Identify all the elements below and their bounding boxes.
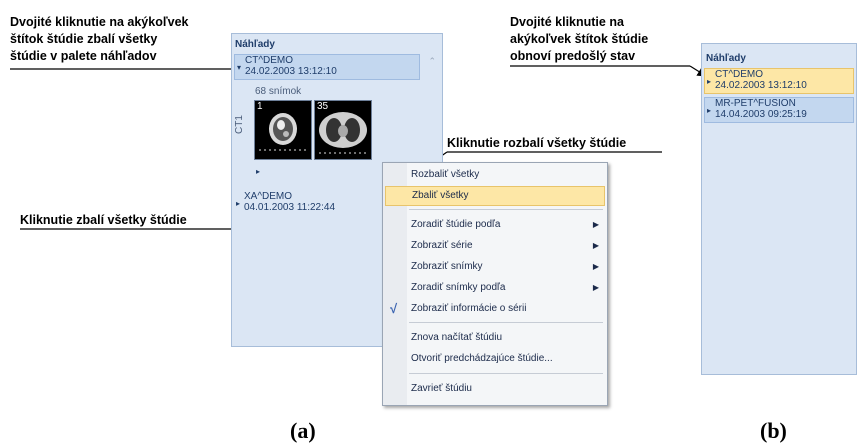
study-label-mr-pet-fusion[interactable]: ▸ MR-PET^FUSION 14.04.2003 09:25:19 [704,97,854,123]
image-thumbnail[interactable]: 35 [314,100,372,160]
study-label-ct-demo[interactable]: ▸ CT^DEMO 24.02.2003 13:12:10 [704,68,854,94]
series-label: CT1 [233,115,245,134]
expand-triangle-icon: ▸ [236,199,241,208]
note-click-expand: Kliknutie rozbalí všetky štúdie [447,136,627,150]
panel-title: Náhľady [235,39,275,50]
expand-series-icon[interactable]: ▸ [256,167,260,176]
image-thumbnail[interactable]: 1 [254,100,312,160]
menu-item-show-series[interactable]: Zobraziť série ▶ [385,236,605,256]
menu-item-show-images[interactable]: Zobraziť snímky ▶ [385,257,605,277]
menu-item-show-series-info[interactable]: √ Zobraziť informácie o sérii [385,299,605,319]
menu-item-close-study[interactable]: Zavrieť štúdiu [385,379,605,399]
submenu-arrow-icon: ▶ [592,241,599,250]
ct-slice-image [259,113,307,151]
context-menu: Rozbaliť všetky Zbaliť všetky Zoradiť št… [382,162,608,406]
menu-separator [409,373,603,374]
note-click-collapse: Kliknutie zbalí všetky štúdie [20,213,187,227]
study-label-xa-demo[interactable]: ▸ XA^DEMO 04.01.2003 11:22:44 [234,191,382,217]
series-count: 68 snímok [255,86,302,97]
caption-b: (b) [760,418,787,443]
menu-item-collapse-all[interactable]: Zbaliť všetky [385,186,605,206]
menu-separator [409,209,603,210]
check-icon: √ [390,301,398,316]
menu-item-reload-study[interactable]: Znova načítať štúdiu [385,328,605,348]
expand-triangle-icon: ▸ [707,77,712,86]
submenu-arrow-icon: ▶ [592,220,599,229]
menu-item-expand-all[interactable]: Rozbaliť všetky [385,165,605,185]
submenu-arrow-icon: ▶ [592,262,599,271]
note-double-click-collapse: Dvojité kliknutie na akýkoľvek štítok št… [10,15,189,63]
study-label-ct-demo[interactable]: ▾ CT^DEMO 24.02.2003 13:12:10 [234,54,420,80]
thumbnails-panel-b: Náhľady ▸ CT^DEMO 24.02.2003 13:12:10 ▸ … [701,43,857,375]
menu-item-sort-studies[interactable]: Zoradiť štúdie podľa ▶ [385,215,605,235]
panel-title: Náhľady [706,53,746,64]
submenu-arrow-icon: ▶ [592,283,599,292]
menu-item-sort-images[interactable]: Zoradiť snímky podľa ▶ [385,278,605,298]
scroll-up-icon[interactable]: ⌃ [428,56,436,67]
menu-item-open-previous-studies[interactable]: Otvoriť predchádzajúce štúdie... [385,349,605,369]
note-double-click-restore: Dvojité kliknutie na akýkoľvek štítok št… [510,15,649,63]
expand-triangle-icon: ▸ [707,106,712,115]
collapse-triangle-icon: ▾ [237,63,242,72]
menu-separator [409,322,603,323]
caption-a: (a) [290,418,316,443]
